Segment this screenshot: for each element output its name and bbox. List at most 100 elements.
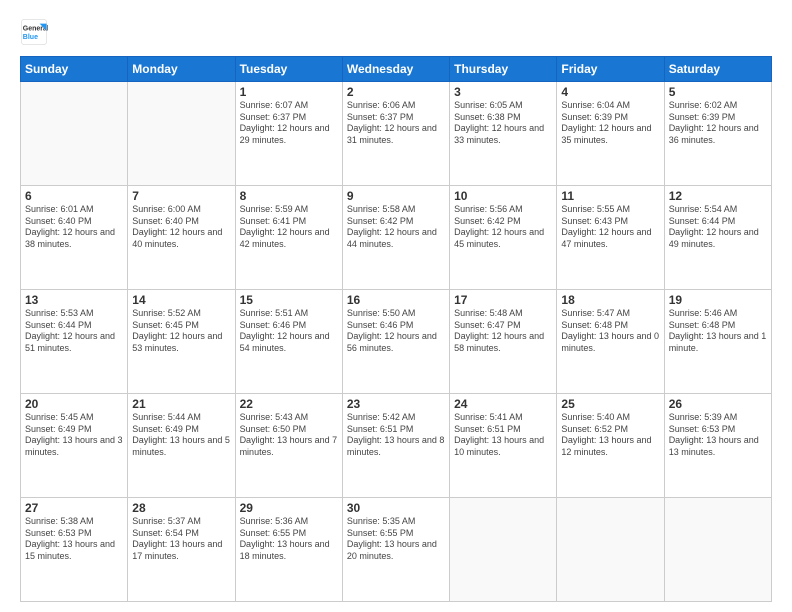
calendar-cell: 20Sunrise: 5:45 AM Sunset: 6:49 PM Dayli… [21, 394, 128, 498]
day-info: Sunrise: 5:39 AM Sunset: 6:53 PM Dayligh… [669, 412, 767, 459]
day-header-wednesday: Wednesday [342, 57, 449, 82]
day-info: Sunrise: 5:37 AM Sunset: 6:54 PM Dayligh… [132, 516, 230, 563]
day-number: 16 [347, 293, 445, 307]
day-number: 1 [240, 85, 338, 99]
day-number: 29 [240, 501, 338, 515]
day-number: 30 [347, 501, 445, 515]
calendar-cell: 11Sunrise: 5:55 AM Sunset: 6:43 PM Dayli… [557, 186, 664, 290]
day-header-friday: Friday [557, 57, 664, 82]
day-number: 25 [561, 397, 659, 411]
calendar-cell: 19Sunrise: 5:46 AM Sunset: 6:48 PM Dayli… [664, 290, 771, 394]
day-number: 8 [240, 189, 338, 203]
day-info: Sunrise: 5:42 AM Sunset: 6:51 PM Dayligh… [347, 412, 445, 459]
day-info: Sunrise: 5:58 AM Sunset: 6:42 PM Dayligh… [347, 204, 445, 251]
day-header-thursday: Thursday [450, 57, 557, 82]
calendar-cell: 24Sunrise: 5:41 AM Sunset: 6:51 PM Dayli… [450, 394, 557, 498]
calendar-cell: 12Sunrise: 5:54 AM Sunset: 6:44 PM Dayli… [664, 186, 771, 290]
day-number: 4 [561, 85, 659, 99]
day-info: Sunrise: 5:38 AM Sunset: 6:53 PM Dayligh… [25, 516, 123, 563]
day-number: 3 [454, 85, 552, 99]
day-number: 5 [669, 85, 767, 99]
day-number: 14 [132, 293, 230, 307]
day-info: Sunrise: 6:00 AM Sunset: 6:40 PM Dayligh… [132, 204, 230, 251]
calendar-cell: 15Sunrise: 5:51 AM Sunset: 6:46 PM Dayli… [235, 290, 342, 394]
day-info: Sunrise: 5:50 AM Sunset: 6:46 PM Dayligh… [347, 308, 445, 355]
day-info: Sunrise: 6:01 AM Sunset: 6:40 PM Dayligh… [25, 204, 123, 251]
day-number: 13 [25, 293, 123, 307]
day-number: 27 [25, 501, 123, 515]
day-info: Sunrise: 5:59 AM Sunset: 6:41 PM Dayligh… [240, 204, 338, 251]
calendar-cell: 29Sunrise: 5:36 AM Sunset: 6:55 PM Dayli… [235, 498, 342, 602]
day-info: Sunrise: 5:51 AM Sunset: 6:46 PM Dayligh… [240, 308, 338, 355]
day-number: 24 [454, 397, 552, 411]
calendar-cell: 28Sunrise: 5:37 AM Sunset: 6:54 PM Dayli… [128, 498, 235, 602]
calendar-cell: 13Sunrise: 5:53 AM Sunset: 6:44 PM Dayli… [21, 290, 128, 394]
day-info: Sunrise: 5:54 AM Sunset: 6:44 PM Dayligh… [669, 204, 767, 251]
day-info: Sunrise: 5:48 AM Sunset: 6:47 PM Dayligh… [454, 308, 552, 355]
day-info: Sunrise: 5:36 AM Sunset: 6:55 PM Dayligh… [240, 516, 338, 563]
calendar-cell [450, 498, 557, 602]
calendar-cell: 4Sunrise: 6:04 AM Sunset: 6:39 PM Daylig… [557, 82, 664, 186]
day-number: 10 [454, 189, 552, 203]
calendar-week-4: 20Sunrise: 5:45 AM Sunset: 6:49 PM Dayli… [21, 394, 772, 498]
day-number: 15 [240, 293, 338, 307]
header: General Blue [20, 18, 772, 46]
calendar-week-3: 13Sunrise: 5:53 AM Sunset: 6:44 PM Dayli… [21, 290, 772, 394]
day-number: 22 [240, 397, 338, 411]
calendar-cell: 14Sunrise: 5:52 AM Sunset: 6:45 PM Dayli… [128, 290, 235, 394]
calendar-table: SundayMondayTuesdayWednesdayThursdayFrid… [20, 56, 772, 602]
day-number: 11 [561, 189, 659, 203]
calendar-cell: 27Sunrise: 5:38 AM Sunset: 6:53 PM Dayli… [21, 498, 128, 602]
calendar-cell: 21Sunrise: 5:44 AM Sunset: 6:49 PM Dayli… [128, 394, 235, 498]
day-info: Sunrise: 6:02 AM Sunset: 6:39 PM Dayligh… [669, 100, 767, 147]
calendar-header-row: SundayMondayTuesdayWednesdayThursdayFrid… [21, 57, 772, 82]
day-number: 12 [669, 189, 767, 203]
day-info: Sunrise: 5:41 AM Sunset: 6:51 PM Dayligh… [454, 412, 552, 459]
calendar-cell: 30Sunrise: 5:35 AM Sunset: 6:55 PM Dayli… [342, 498, 449, 602]
day-number: 19 [669, 293, 767, 307]
calendar-cell: 3Sunrise: 6:05 AM Sunset: 6:38 PM Daylig… [450, 82, 557, 186]
calendar-week-5: 27Sunrise: 5:38 AM Sunset: 6:53 PM Dayli… [21, 498, 772, 602]
calendar-cell: 8Sunrise: 5:59 AM Sunset: 6:41 PM Daylig… [235, 186, 342, 290]
calendar-cell: 18Sunrise: 5:47 AM Sunset: 6:48 PM Dayli… [557, 290, 664, 394]
calendar-cell: 25Sunrise: 5:40 AM Sunset: 6:52 PM Dayli… [557, 394, 664, 498]
day-number: 20 [25, 397, 123, 411]
calendar-cell: 22Sunrise: 5:43 AM Sunset: 6:50 PM Dayli… [235, 394, 342, 498]
calendar-cell: 23Sunrise: 5:42 AM Sunset: 6:51 PM Dayli… [342, 394, 449, 498]
calendar-cell [128, 82, 235, 186]
day-info: Sunrise: 5:45 AM Sunset: 6:49 PM Dayligh… [25, 412, 123, 459]
calendar-cell: 1Sunrise: 6:07 AM Sunset: 6:37 PM Daylig… [235, 82, 342, 186]
calendar-cell: 5Sunrise: 6:02 AM Sunset: 6:39 PM Daylig… [664, 82, 771, 186]
day-info: Sunrise: 5:35 AM Sunset: 6:55 PM Dayligh… [347, 516, 445, 563]
day-number: 7 [132, 189, 230, 203]
day-info: Sunrise: 5:52 AM Sunset: 6:45 PM Dayligh… [132, 308, 230, 355]
day-info: Sunrise: 6:05 AM Sunset: 6:38 PM Dayligh… [454, 100, 552, 147]
day-header-sunday: Sunday [21, 57, 128, 82]
calendar-cell [557, 498, 664, 602]
day-header-tuesday: Tuesday [235, 57, 342, 82]
calendar-cell: 9Sunrise: 5:58 AM Sunset: 6:42 PM Daylig… [342, 186, 449, 290]
day-info: Sunrise: 5:43 AM Sunset: 6:50 PM Dayligh… [240, 412, 338, 459]
logo-icon: General Blue [20, 18, 48, 46]
page: General Blue SundayMondayTuesdayWednesda… [0, 0, 792, 612]
calendar-week-2: 6Sunrise: 6:01 AM Sunset: 6:40 PM Daylig… [21, 186, 772, 290]
day-info: Sunrise: 6:04 AM Sunset: 6:39 PM Dayligh… [561, 100, 659, 147]
day-info: Sunrise: 5:47 AM Sunset: 6:48 PM Dayligh… [561, 308, 659, 355]
logo: General Blue [20, 18, 48, 46]
calendar-cell: 10Sunrise: 5:56 AM Sunset: 6:42 PM Dayli… [450, 186, 557, 290]
day-number: 6 [25, 189, 123, 203]
day-number: 9 [347, 189, 445, 203]
day-number: 18 [561, 293, 659, 307]
day-info: Sunrise: 5:56 AM Sunset: 6:42 PM Dayligh… [454, 204, 552, 251]
svg-text:Blue: Blue [23, 34, 38, 41]
calendar-cell [21, 82, 128, 186]
day-number: 17 [454, 293, 552, 307]
day-info: Sunrise: 5:40 AM Sunset: 6:52 PM Dayligh… [561, 412, 659, 459]
calendar-cell: 16Sunrise: 5:50 AM Sunset: 6:46 PM Dayli… [342, 290, 449, 394]
day-number: 26 [669, 397, 767, 411]
day-header-monday: Monday [128, 57, 235, 82]
day-number: 23 [347, 397, 445, 411]
calendar-cell: 17Sunrise: 5:48 AM Sunset: 6:47 PM Dayli… [450, 290, 557, 394]
day-number: 21 [132, 397, 230, 411]
calendar-cell [664, 498, 771, 602]
